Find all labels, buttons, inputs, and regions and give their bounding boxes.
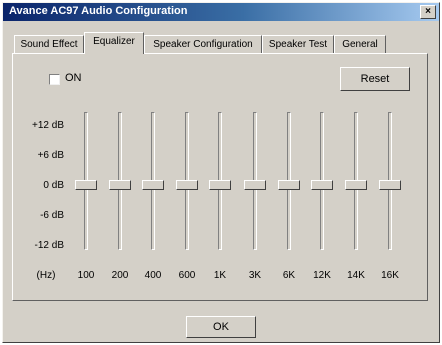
db-label-plus6: +6 dB: [37, 150, 64, 161]
close-button[interactable]: ×: [420, 5, 436, 19]
db-label-minus12: -12 dB: [34, 240, 64, 251]
tab-general[interactable]: General: [334, 35, 386, 53]
db-label-0: 0 dB: [43, 180, 64, 191]
reset-button[interactable]: Reset: [340, 67, 410, 91]
eq-slider-thumb[interactable]: [278, 179, 300, 190]
eq-band-label: 100: [77, 270, 95, 281]
on-checkbox[interactable]: [49, 74, 60, 85]
eq-slider-thumb[interactable]: [244, 179, 266, 190]
eq-band-label: 6K: [282, 270, 296, 281]
on-label: ON: [65, 72, 82, 84]
eq-band-label: 3K: [248, 270, 262, 281]
window-title: Avance AC97 Audio Configuration: [9, 5, 188, 17]
tab-speaker-test[interactable]: Speaker Test: [262, 35, 334, 53]
eq-slider-thumb[interactable]: [176, 179, 198, 190]
eq-slider-thumb[interactable]: [142, 179, 164, 190]
db-label-plus12: +12 dB: [32, 120, 64, 131]
eq-slider-thumb[interactable]: [345, 179, 367, 190]
title-bar: Avance AC97 Audio Configuration ×: [3, 3, 439, 21]
eq-slider-thumb[interactable]: [75, 179, 97, 190]
tab-sound-effect[interactable]: Sound Effect: [14, 35, 84, 53]
eq-slider-thumb[interactable]: [209, 179, 231, 190]
tab-speaker-configuration[interactable]: Speaker Configuration: [144, 35, 262, 53]
db-label-minus6: -6 dB: [40, 210, 64, 221]
ok-button[interactable]: OK: [186, 316, 256, 338]
eq-band-label: 12K: [313, 270, 331, 281]
eq-band-label: 400: [144, 270, 162, 281]
eq-band-label: 200: [111, 270, 129, 281]
tab-equalizer[interactable]: Equalizer: [84, 32, 144, 54]
eq-band-label: 16K: [381, 270, 399, 281]
eq-band-label: 1K: [213, 270, 227, 281]
eq-slider-thumb[interactable]: [379, 179, 401, 190]
eq-band-label: 600: [178, 270, 196, 281]
eq-slider-thumb[interactable]: [109, 179, 131, 190]
eq-band-label: 14K: [347, 270, 365, 281]
hz-label: (Hz): [36, 270, 56, 281]
eq-slider-thumb[interactable]: [311, 179, 333, 190]
